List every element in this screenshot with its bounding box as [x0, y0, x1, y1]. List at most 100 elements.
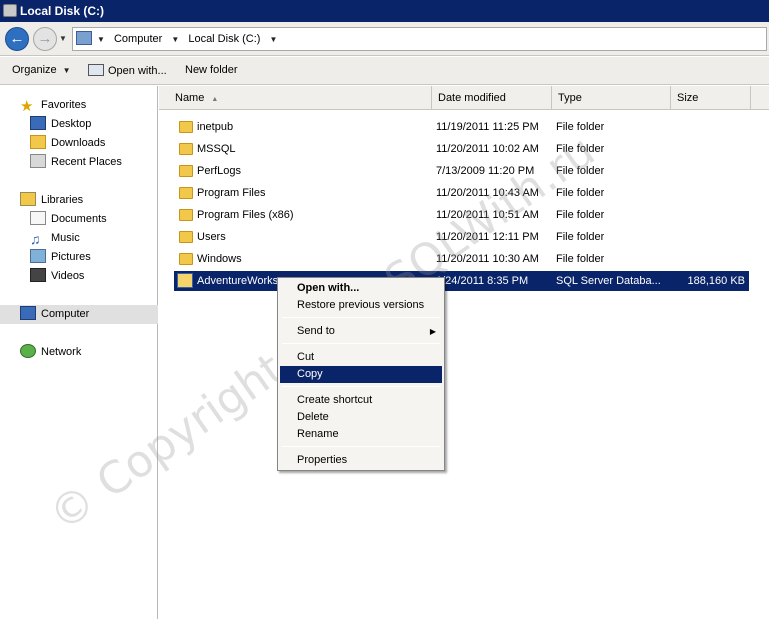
menu-item-delete[interactable]: Delete [280, 409, 442, 426]
folder-icon [179, 209, 193, 221]
menu-item-restore-previous-versions[interactable]: Restore previous versions [280, 297, 442, 314]
nav-item-pictures[interactable]: Pictures [30, 248, 91, 266]
back-button[interactable]: ← [5, 27, 29, 51]
file-row-selected[interactable]: AdventureWorks 1/24/2011 8:35 PM SQL Ser… [174, 271, 749, 291]
file-type: File folder [556, 143, 605, 155]
folder-icon [179, 187, 193, 199]
navigation-pane: ★ Favorites Desktop Downloads Recent Plac… [0, 86, 158, 619]
chevron-right-icon[interactable]: ▼ [171, 35, 179, 44]
forward-button[interactable]: → [33, 27, 57, 51]
folder-icon [179, 253, 193, 265]
file-type: File folder [556, 209, 605, 221]
column-header-date[interactable]: Date modified [432, 86, 552, 110]
file-row[interactable]: Users 11/20/2011 12:11 PM File folder [159, 227, 769, 247]
nav-item-videos[interactable]: Videos [30, 267, 84, 285]
file-row[interactable]: inetpub 11/19/2011 11:25 PM File folder [159, 117, 769, 137]
menu-item-properties[interactable]: Properties [280, 452, 442, 469]
new-folder-label: New folder [185, 64, 238, 76]
chevron-right-icon[interactable]: ▼ [97, 35, 105, 44]
chevron-down-icon: ▼ [62, 66, 71, 75]
menu-separator [282, 386, 440, 387]
file-name: MSSQL [197, 143, 236, 155]
file-date: 7/13/2009 11:20 PM [436, 165, 535, 177]
desktop-icon [30, 116, 46, 130]
nav-favorites[interactable]: ★ Favorites [20, 96, 86, 114]
file-row[interactable]: Program Files (x86) 11/20/2011 10:51 AM … [159, 205, 769, 225]
open-with-button[interactable]: Open with... [88, 64, 167, 77]
menu-separator [282, 343, 440, 344]
nav-item-label: Videos [51, 270, 85, 282]
column-header-type[interactable]: Type [552, 86, 671, 110]
file-row[interactable]: Program Files 11/20/2011 10:43 AM File f… [159, 183, 769, 203]
computer-icon [20, 306, 36, 320]
file-name: inetpub [197, 121, 234, 133]
network-icon [20, 344, 36, 358]
folder-icon [179, 165, 193, 177]
nav-item-label: Documents [51, 213, 107, 225]
pictures-icon [30, 249, 46, 263]
menu-item-create-shortcut[interactable]: Create shortcut [280, 392, 442, 409]
file-date: 11/20/2011 10:43 AM [436, 187, 539, 199]
file-type: File folder [556, 253, 605, 265]
column-header-date-label: Date modified [438, 92, 506, 104]
star-icon: ★ [20, 98, 34, 115]
nav-item-desktop[interactable]: Desktop [30, 115, 91, 133]
menu-item-open-with[interactable]: Open with... [280, 280, 442, 297]
file-list-pane: Name ▲ Date modified Type Size inetpub 1… [159, 86, 769, 619]
nav-network-label: Network [41, 346, 82, 358]
open-with-icon [88, 64, 104, 76]
menu-item-copy[interactable]: Copy [280, 366, 442, 383]
file-row[interactable]: MSSQL 11/20/2011 10:02 AM File folder [159, 139, 769, 159]
address-bar-area: ← → ▼ ▼ Computer ▼ Local Disk (C:) ▼ [0, 22, 769, 56]
nav-computer[interactable]: Computer [20, 305, 89, 323]
column-header-size[interactable]: Size [671, 86, 751, 110]
folder-icon [179, 231, 193, 243]
nav-item-label: Pictures [51, 251, 91, 263]
file-date: 11/20/2011 12:11 PM [436, 231, 539, 243]
recent-pages-dropdown[interactable]: ▼ [59, 34, 67, 43]
downloads-icon [30, 135, 46, 149]
menu-item-send-to[interactable]: Send to ▶ [280, 323, 442, 340]
nav-item-label: Music [51, 232, 80, 244]
computer-location-icon [76, 31, 92, 45]
nav-item-music[interactable]: ♫ Music [30, 229, 80, 247]
file-name: AdventureWorks [197, 275, 279, 287]
address-box[interactable]: ▼ Computer ▼ Local Disk (C:) ▼ [72, 27, 767, 51]
nav-network[interactable]: Network [20, 343, 81, 361]
libraries-icon [20, 192, 36, 206]
file-row[interactable]: PerfLogs 7/13/2009 11:20 PM File folder [159, 161, 769, 181]
breadcrumb-local-disk[interactable]: Local Disk (C:) [188, 33, 260, 45]
nav-item-recent-places[interactable]: Recent Places [30, 153, 122, 171]
recent-places-icon [30, 154, 46, 168]
menu-item-send-to-label: Send to [297, 325, 335, 337]
submenu-arrow-icon: ▶ [429, 327, 436, 336]
videos-icon [30, 268, 46, 282]
menu-item-cut[interactable]: Cut [280, 349, 442, 366]
menu-item-rename[interactable]: Rename [280, 426, 442, 443]
file-type: File folder [556, 165, 605, 177]
folder-icon [179, 121, 193, 133]
new-folder-button[interactable]: New folder [185, 64, 238, 76]
command-toolbar: Organize ▼ Open with... New folder [0, 57, 769, 85]
sort-ascending-icon: ▲ [211, 96, 219, 103]
nav-item-documents[interactable]: Documents [30, 210, 107, 228]
file-date: 11/20/2011 10:51 AM [436, 209, 539, 221]
file-name: Users [197, 231, 226, 243]
file-type: File folder [556, 121, 605, 133]
database-file-icon [177, 273, 193, 288]
chevron-right-icon[interactable]: ▼ [270, 35, 278, 44]
folder-icon [179, 143, 193, 155]
music-icon: ♫ [30, 231, 41, 247]
column-header-bar: Name ▲ Date modified Type Size [159, 86, 769, 110]
menu-separator [282, 317, 440, 318]
nav-libraries[interactable]: Libraries [20, 191, 83, 209]
file-row[interactable]: Windows 11/20/2011 10:30 AM File folder [159, 249, 769, 269]
column-header-type-label: Type [558, 92, 582, 104]
context-menu: Open with... Restore previous versions S… [277, 277, 445, 471]
nav-item-downloads[interactable]: Downloads [30, 134, 105, 152]
column-header-name[interactable]: Name ▲ [169, 86, 432, 110]
organize-button[interactable]: Organize ▼ [12, 64, 71, 76]
nav-favorites-label: Favorites [41, 99, 87, 111]
file-type: SQL Server Databa... [556, 275, 661, 287]
breadcrumb-computer[interactable]: Computer [114, 33, 162, 45]
